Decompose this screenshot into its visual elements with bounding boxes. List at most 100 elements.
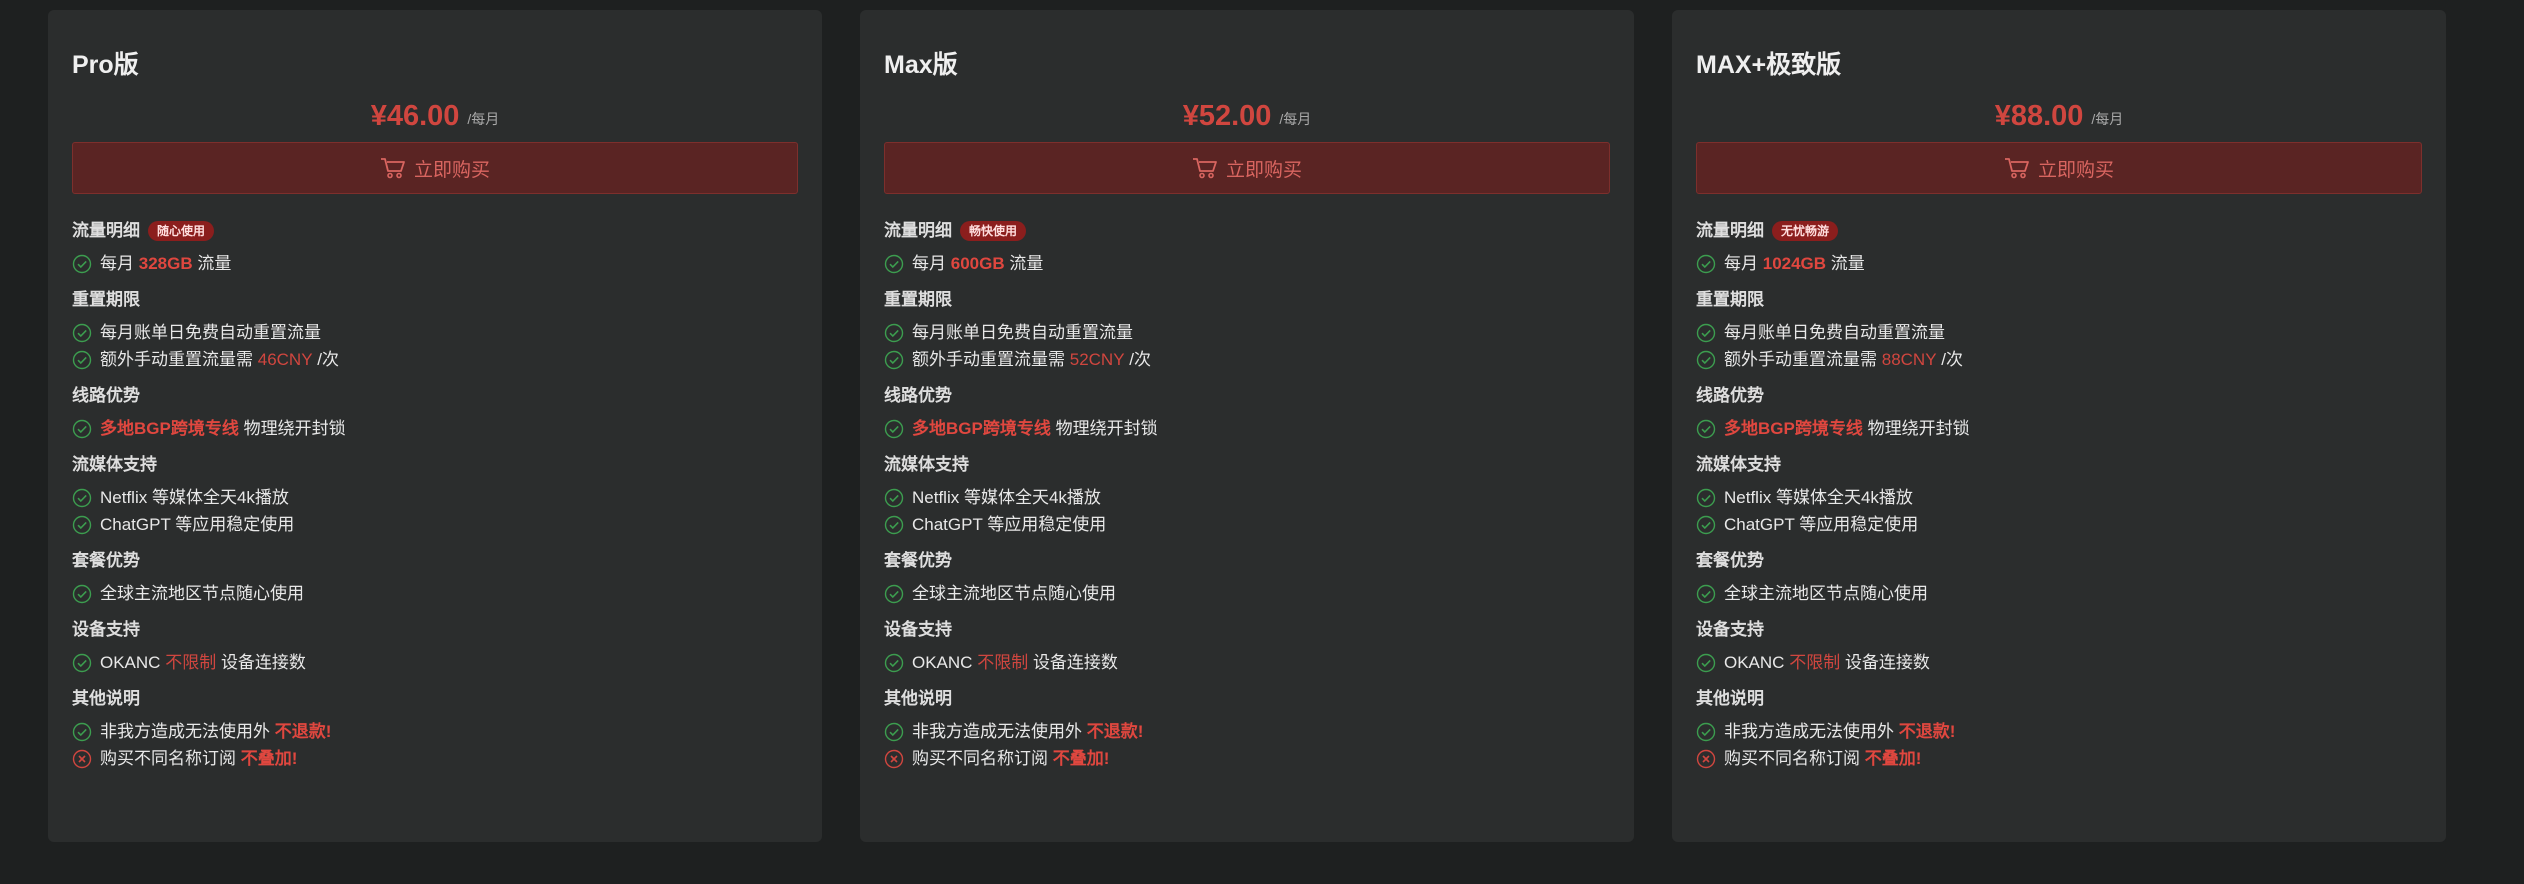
section-device: 设备支持 OKANC 不限制 设备连接数 <box>884 617 1610 676</box>
traffic-badge: 随心使用 <box>148 221 215 241</box>
check-icon <box>72 323 92 342</box>
check-icon <box>72 488 92 507</box>
check-icon <box>884 722 904 741</box>
section-title: 流量明细 <box>884 221 952 240</box>
section-device: 设备支持 OKANC 不限制 设备连接数 <box>1696 617 2422 676</box>
section-streaming: 流媒体支持 Netflix 等媒体全天4k播放 ChatGPT 等应用稳定使用 <box>884 452 1610 538</box>
section-traffic: 流量明细 无忧畅游 每月 1024GB 流量 <box>1696 218 2422 277</box>
feature-item: 全球主流地区节点随心使用 <box>884 580 1610 607</box>
section-title: 其他说明 <box>1696 689 1764 708</box>
feature-item: 每月 600GB 流量 <box>884 250 1610 277</box>
plan-card-max-plus: MAX+极致版 ¥88.00/每月 立即购买 流量明细 无忧畅游 每月 1024G… <box>1672 10 2446 842</box>
reset-price: 52CNY <box>1069 350 1125 369</box>
reset-price: 88CNY <box>1881 350 1937 369</box>
section-title: 重置期限 <box>72 290 140 309</box>
section-title: 重置期限 <box>1696 290 1764 309</box>
section-route: 线路优势 多地BGP跨境专线 物理绕开封锁 <box>1696 383 2422 442</box>
price-unit: /每月 <box>467 111 500 127</box>
feature-item: 全球主流地区节点随心使用 <box>1696 580 2422 607</box>
feature-item: 非我方造成无法使用外 不退款! <box>884 718 1610 745</box>
section-title: 设备支持 <box>72 620 140 639</box>
price-unit: /每月 <box>1279 111 1312 127</box>
plan-price: ¥88.00 <box>1994 100 2084 132</box>
plan-card-max: Max版 ¥52.00/每月 立即购买 流量明细 畅快使用 每月 600GB 流量… <box>860 10 1634 842</box>
buy-now-label: 立即购买 <box>1225 159 1302 181</box>
check-icon <box>884 323 904 342</box>
check-icon <box>1696 722 1716 741</box>
price-unit: /每月 <box>2091 111 2124 127</box>
pricing-plans: Pro版 ¥46.00/每月 立即购买 流量明细 随心使用 每月 328GB 流量… <box>48 10 2446 842</box>
buy-now-button[interactable]: 立即购买 <box>884 142 1610 194</box>
buy-now-button[interactable]: 立即购买 <box>72 142 798 194</box>
check-icon <box>72 350 92 369</box>
check-icon <box>1696 350 1716 369</box>
buy-now-label: 立即购买 <box>413 159 490 181</box>
feature-list: 流量明细 随心使用 每月 328GB 流量 重置期限 每月账单日免费自动重置流量 … <box>72 218 798 772</box>
section-route: 线路优势 多地BGP跨境专线 物理绕开封锁 <box>884 383 1610 442</box>
traffic-badge: 畅快使用 <box>960 221 1027 241</box>
section-title: 线路优势 <box>1696 386 1764 405</box>
feature-item: 购买不同名称订阅 不叠加! <box>1696 745 2422 772</box>
check-icon <box>1696 515 1716 534</box>
check-icon <box>1696 584 1716 603</box>
plan-title: Max版 <box>884 51 958 79</box>
check-icon <box>884 653 904 672</box>
reset-price: 46CNY <box>257 350 313 369</box>
section-advantage: 套餐优势 全球主流地区节点随心使用 <box>1696 548 2422 607</box>
section-other: 其他说明 非我方造成无法使用外 不退款! 购买不同名称订阅 不叠加! <box>72 686 798 772</box>
feature-item: 购买不同名称订阅 不叠加! <box>884 745 1610 772</box>
cart-icon <box>380 158 405 179</box>
feature-item: 每月账单日免费自动重置流量 <box>72 319 798 346</box>
check-icon <box>1696 323 1716 342</box>
section-title: 设备支持 <box>1696 620 1764 639</box>
check-icon <box>884 254 904 273</box>
feature-item: OKANC 不限制 设备连接数 <box>884 649 1610 676</box>
feature-item: 每月 328GB 流量 <box>72 250 798 277</box>
traffic-amount: 328GB <box>138 254 193 273</box>
feature-item: 全球主流地区节点随心使用 <box>72 580 798 607</box>
feature-item: Netflix 等媒体全天4k播放 <box>884 484 1610 511</box>
section-route: 线路优势 多地BGP跨境专线 物理绕开封锁 <box>72 383 798 442</box>
plan-price: ¥52.00 <box>1182 100 1272 132</box>
section-reset: 重置期限 每月账单日免费自动重置流量 额外手动重置流量需 88CNY /次 <box>1696 287 2422 373</box>
check-icon <box>884 584 904 603</box>
feature-item: 多地BGP跨境专线 物理绕开封锁 <box>1696 415 2422 442</box>
check-icon <box>1696 653 1716 672</box>
traffic-amount: 1024GB <box>1762 254 1827 273</box>
check-icon <box>72 419 92 438</box>
feature-item: 非我方造成无法使用外 不退款! <box>72 718 798 745</box>
section-title: 套餐优势 <box>72 551 140 570</box>
section-title: 套餐优势 <box>1696 551 1764 570</box>
section-traffic: 流量明细 随心使用 每月 328GB 流量 <box>72 218 798 277</box>
section-title: 重置期限 <box>884 290 952 309</box>
buy-now-label: 立即购买 <box>2037 159 2114 181</box>
price-row: ¥46.00/每月 <box>72 96 798 136</box>
cart-icon <box>1192 158 1217 179</box>
traffic-amount: 600GB <box>950 254 1005 273</box>
buy-now-button[interactable]: 立即购买 <box>1696 142 2422 194</box>
cross-icon <box>72 749 92 768</box>
check-icon <box>72 653 92 672</box>
feature-item: 额外手动重置流量需 46CNY /次 <box>72 346 798 373</box>
plan-price: ¥46.00 <box>370 100 460 132</box>
plan-title: Pro版 <box>72 51 139 79</box>
section-title: 线路优势 <box>72 386 140 405</box>
section-title: 线路优势 <box>884 386 952 405</box>
check-icon <box>1696 488 1716 507</box>
feature-item: 购买不同名称订阅 不叠加! <box>72 745 798 772</box>
section-advantage: 套餐优势 全球主流地区节点随心使用 <box>72 548 798 607</box>
feature-item: 多地BGP跨境专线 物理绕开封锁 <box>884 415 1610 442</box>
section-title: 其他说明 <box>884 689 952 708</box>
section-reset: 重置期限 每月账单日免费自动重置流量 额外手动重置流量需 46CNY /次 <box>72 287 798 373</box>
check-icon <box>72 515 92 534</box>
feature-item: ChatGPT 等应用稳定使用 <box>1696 511 2422 538</box>
feature-item: 多地BGP跨境专线 物理绕开封锁 <box>72 415 798 442</box>
feature-item: OKANC 不限制 设备连接数 <box>72 649 798 676</box>
price-row: ¥52.00/每月 <box>884 96 1610 136</box>
section-title: 流量明细 <box>72 221 140 240</box>
feature-item: 非我方造成无法使用外 不退款! <box>1696 718 2422 745</box>
section-other: 其他说明 非我方造成无法使用外 不退款! 购买不同名称订阅 不叠加! <box>884 686 1610 772</box>
section-device: 设备支持 OKANC 不限制 设备连接数 <box>72 617 798 676</box>
plan-card-pro: Pro版 ¥46.00/每月 立即购买 流量明细 随心使用 每月 328GB 流量… <box>48 10 822 842</box>
plan-title: MAX+极致版 <box>1696 51 1842 79</box>
